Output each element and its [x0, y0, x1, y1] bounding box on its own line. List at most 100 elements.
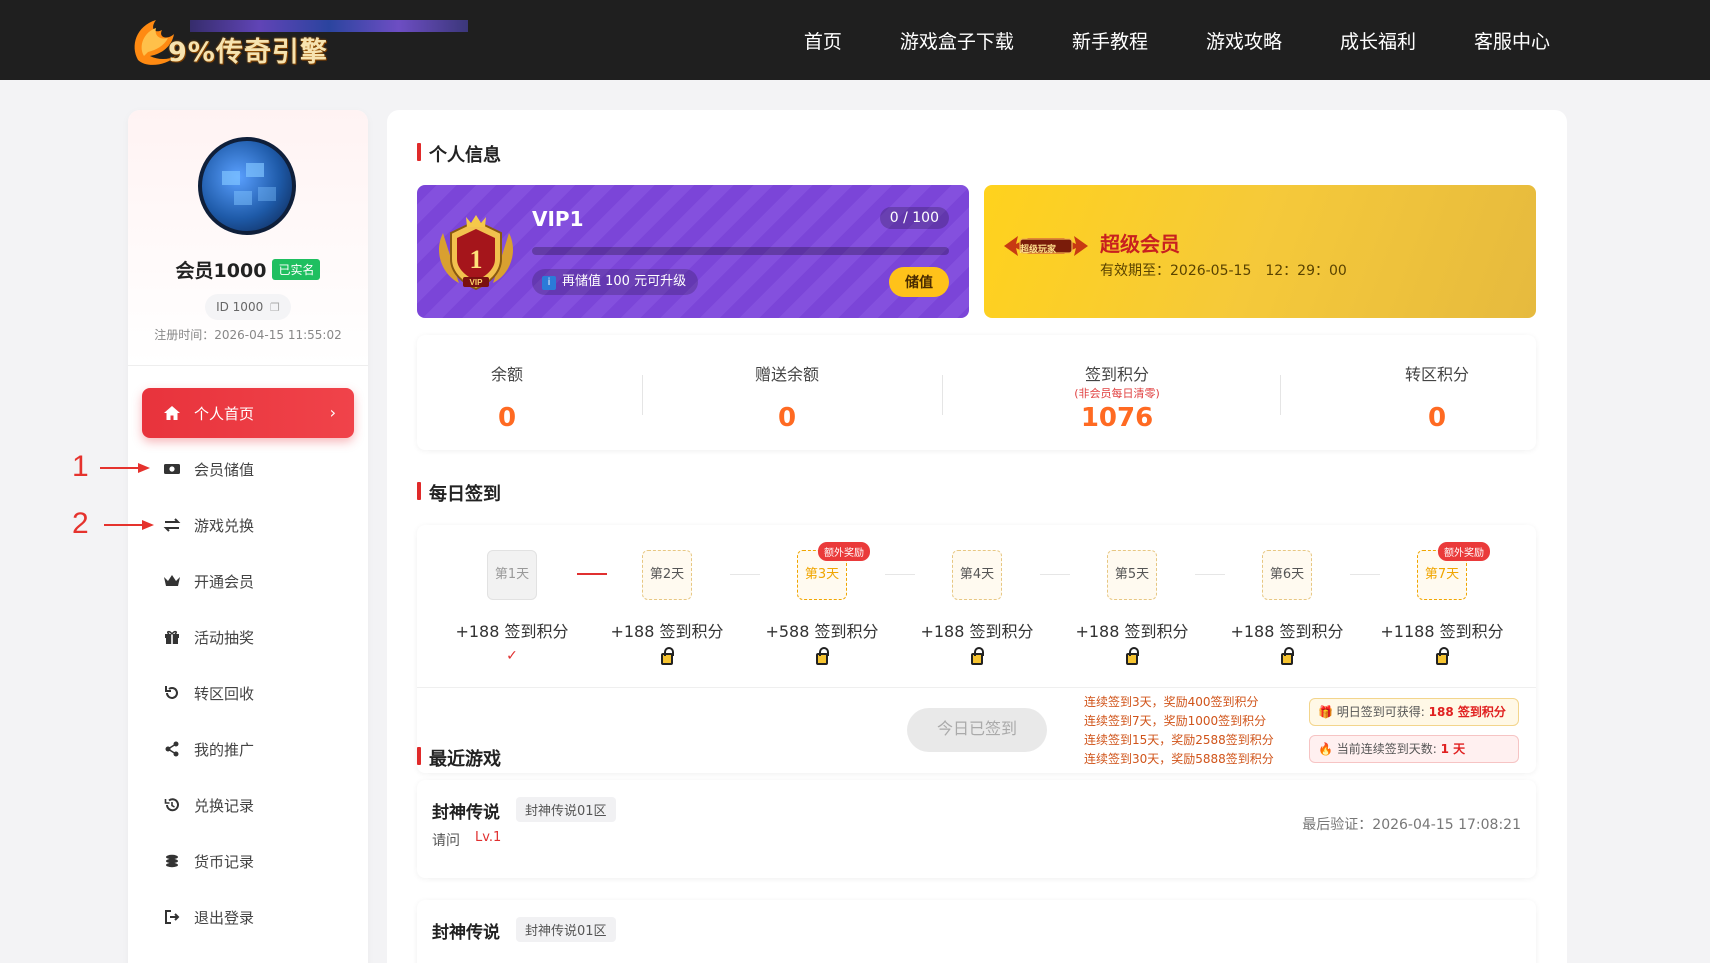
sidebar-item-promotion[interactable]: 我的推广 [142, 724, 354, 774]
refresh-icon [162, 683, 182, 703]
sidebar-item-home[interactable]: 个人首页 › [142, 388, 354, 438]
streak-rule: 连续签到3天，奖励400签到积分 [1084, 695, 1259, 709]
sidebar-item-currency-history[interactable]: 货币记录 [142, 836, 354, 886]
logout-icon [162, 907, 182, 927]
tomorrow-reward-info: 🎁 明日签到可获得: 188 签到积分 [1309, 698, 1519, 726]
checkin-day-box: 第6天 [1262, 550, 1312, 600]
game-name: 封神传说 [432, 803, 500, 823]
chevron-right-icon: › [329, 403, 336, 422]
checkin-day-reward: +1188 签到积分 [1380, 622, 1504, 641]
checkin-day-reward: +588 签到积分 [765, 622, 879, 641]
top-navbar: 9%传奇引擎 首页 游戏盒子下载 新手教程 游戏攻略 成长福利 客服中心 [0, 0, 1710, 80]
game-level: Lv.1 [475, 830, 502, 845]
sidebar-item-label: 我的推广 [194, 740, 255, 759]
stat-label: 签到积分 [1084, 365, 1149, 384]
super-member-card: 超级玩家 超级会员 有效期至：2026-05-15 12：29：00 [984, 185, 1536, 318]
signed-today-button[interactable]: 今日已签到 [907, 708, 1047, 752]
game-role: 请问 [432, 833, 460, 849]
main-nav: 首页 游戏盒子下载 新手教程 游戏攻略 成长福利 客服中心 [746, 0, 1550, 80]
checkmark-icon: ✓ [506, 648, 518, 664]
sidebar-item-lottery[interactable]: 活动抽奖 [142, 612, 354, 662]
fire-icon: 🔥 [1318, 742, 1333, 756]
stat-value: 0 [497, 403, 517, 433]
gift-icon: 🎁 [1318, 705, 1333, 719]
stat-value: 1076 [1080, 403, 1154, 433]
stat-divider [1280, 375, 1281, 415]
username: 会员1000 [175, 260, 267, 282]
checkin-day: 第6天 +188 签到积分 [1217, 550, 1357, 666]
nav-download[interactable]: 游戏盒子下载 [900, 27, 1014, 54]
nav-home[interactable]: 首页 [804, 27, 842, 54]
section-title-recent-games: 最近游戏 [417, 745, 501, 771]
divider [417, 687, 1536, 688]
register-time: 注册时间：2026-04-15 11:55:02 [154, 328, 342, 342]
sidebar-item-label: 兑换记录 [194, 796, 255, 815]
streak-rules: 连续签到3天，奖励400签到积分 连续签到7天，奖励1000签到积分 连续签到1… [1084, 693, 1274, 769]
verified-badge: 已实名 [272, 259, 321, 280]
streak-days-info: 🔥 当前连续签到天数: 1 天 [1309, 735, 1519, 763]
crown-icon [162, 571, 182, 591]
nav-support[interactable]: 客服中心 [1474, 27, 1550, 54]
tomorrow-reward-label: 明日签到可获得: [1336, 705, 1429, 719]
stat-sub-note: (非会员每日清零) [1074, 387, 1160, 400]
streak-days-label: 当前连续签到天数: [1336, 742, 1441, 756]
sidebar-item-label: 开通会员 [194, 572, 255, 591]
sidebar-item-exchange-history[interactable]: 兑换记录 [142, 780, 354, 830]
recent-game-item[interactable]: 封神传说 封神传说01区 请问 Lv.1 最后验证：2026-04-15 17:… [417, 780, 1536, 878]
site-logo[interactable]: 9%传奇引擎 [128, 10, 468, 70]
info-icon: i [542, 276, 556, 290]
checkin-day: 第3天 额外奖励 +588 签到积分 [752, 542, 892, 666]
recharge-button[interactable]: 储值 [889, 267, 949, 297]
vip-level: VIP1 [532, 207, 584, 231]
extra-reward-badge: 额外奖励 [818, 542, 870, 561]
sidebar-item-exchange[interactable]: 游戏兑换 [142, 500, 354, 550]
checkin-day-box: 第5天 [1107, 550, 1157, 600]
sidebar-item-label: 转区回收 [194, 684, 255, 703]
nav-welfare[interactable]: 成长福利 [1340, 27, 1416, 54]
nav-guide[interactable]: 游戏攻略 [1206, 27, 1282, 54]
sidebar-item-membership[interactable]: 开通会员 [142, 556, 354, 606]
user-id-text: ID 1000 [216, 300, 264, 314]
vip-upgrade-tip-text: 再储值 100 元可升级 [562, 274, 687, 289]
vip-medal-number: 1 [470, 245, 483, 274]
home-icon [162, 403, 182, 423]
checkin-day: 第2天 +188 签到积分 [597, 550, 737, 666]
super-member-title: 超级会员 [1100, 232, 1180, 256]
sidebar-item-label: 个人首页 [194, 404, 255, 423]
stat-divider [642, 375, 643, 415]
checkin-day-reward: +188 签到积分 [455, 622, 569, 641]
checkin-day-reward: +188 签到积分 [610, 622, 724, 641]
checkin-day-reward: +188 签到积分 [920, 622, 1034, 641]
annotation-number-2: 2 [72, 507, 89, 540]
lock-icon [1281, 647, 1294, 665]
avatar[interactable] [198, 137, 296, 235]
checkin-day-box: 第2天 [642, 550, 692, 600]
checkin-day-box: 第1天 [487, 550, 537, 600]
sidebar-item-label: 会员储值 [194, 460, 255, 479]
user-id[interactable]: ID 1000 ❐ [205, 294, 291, 320]
nav-tutorial[interactable]: 新手教程 [1072, 27, 1148, 54]
vip-progress-bar [532, 247, 949, 255]
stat-divider [942, 375, 943, 415]
checkin-day: 第7天 额外奖励 +1188 签到积分 [1372, 542, 1512, 666]
vip-upgrade-tip: i 再储值 100 元可升级 [532, 269, 699, 295]
checkin-day-reward: +188 签到积分 [1075, 622, 1189, 641]
sidebar-item-logout[interactable]: 退出登录 [142, 892, 354, 942]
money-icon [162, 459, 182, 479]
username-row: 会员1000 已实名 [128, 256, 368, 283]
super-player-badge-text: 超级玩家 [1020, 245, 1057, 255]
copy-icon[interactable]: ❐ [270, 301, 280, 314]
streak-days-value: 1 天 [1440, 742, 1466, 756]
sidebar-item-recharge[interactable]: 会员储值 [142, 444, 354, 494]
super-member-expiry: 有效期至：2026-05-15 12：29：00 [1100, 263, 1347, 279]
stat-bonus-balance: 赠送余额 0 [692, 335, 882, 450]
recent-game-item[interactable]: 封神传说 封神传说01区 [417, 900, 1536, 963]
sidebar-menu: 个人首页 › 会员储值 游戏兑换 开通会员 活动抽奖 转区回收 我的推广 兑换记… [142, 388, 354, 948]
game-last-verified: 最后验证：2026-04-15 17:08:21 [1302, 817, 1521, 833]
game-zone: 封神传说01区 [516, 917, 616, 942]
sidebar-item-recycle[interactable]: 转区回收 [142, 668, 354, 718]
annotation-arrow-icon [104, 520, 154, 530]
streak-rule: 连续签到7天，奖励1000签到积分 [1084, 714, 1267, 728]
sidebar-item-label: 货币记录 [194, 852, 255, 871]
section-title-personal: 个人信息 [417, 141, 501, 167]
